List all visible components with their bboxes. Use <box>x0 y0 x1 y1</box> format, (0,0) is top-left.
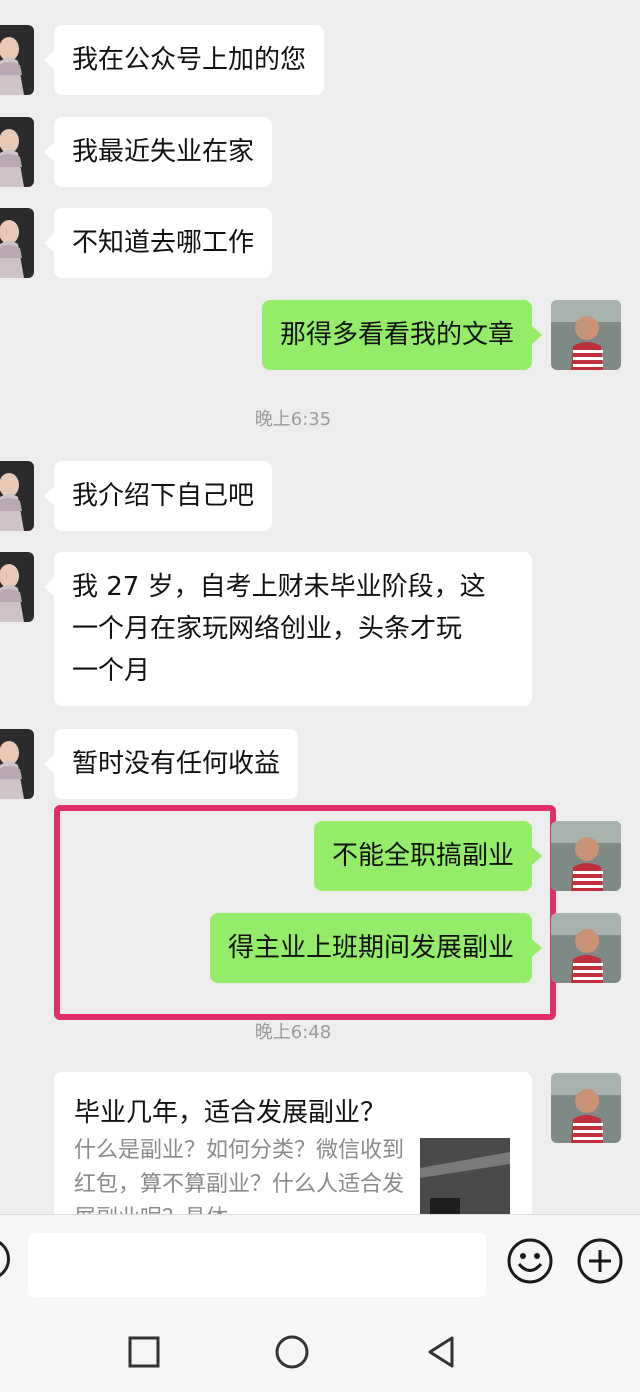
system-navigation-bar <box>0 1312 640 1392</box>
message-text: 不能全职搞副业 <box>331 841 514 871</box>
message-bubble-incoming[interactable]: 我最近失业在家 <box>43 117 273 187</box>
my-avatar[interactable] <box>551 821 621 891</box>
message-bubble-incoming[interactable]: 我在公众号上加的您 <box>43 25 325 95</box>
message-text: 不知道去哪工作 <box>72 228 255 258</box>
contact-avatar[interactable] <box>0 461 34 531</box>
my-avatar[interactable] <box>551 913 621 983</box>
contact-avatar[interactable] <box>0 729 34 799</box>
home-nav-icon[interactable] <box>274 1334 310 1370</box>
article-link-card[interactable]: 毕业几年，适合发展副业？ 什么是副业？如何分类？微信收到红包，算不算副业？什么人… <box>54 1072 532 1214</box>
emoji-icon[interactable] <box>506 1237 554 1289</box>
voice-icon[interactable] <box>0 1238 10 1280</box>
plus-icon[interactable] <box>576 1237 624 1289</box>
article-description: 什么是副业？如何分类？微信收到红包，算不算副业？什么人适合发展副业呢？具体 <box>74 1138 405 1214</box>
message-input-bar <box>0 1214 640 1312</box>
message-text: 得主业上班期间发展副业 <box>227 933 514 963</box>
message-text-line: 一个月 <box>72 656 151 686</box>
message-bubble-outgoing[interactable]: 不能全职搞副业 <box>313 821 543 891</box>
contact-avatar[interactable] <box>0 208 34 278</box>
chat-area[interactable]: 我在公众号上加的您 我最近失业在家 不知道去哪工作 那得多看看我的文章 晚上6:… <box>0 0 640 1214</box>
chat-timestamp: 晚上6:35 <box>254 409 332 430</box>
article-title: 毕业几年，适合发展副业？ <box>74 1098 387 1128</box>
message-input[interactable] <box>28 1233 486 1297</box>
message-bubble-incoming[interactable]: 我介绍下自己吧 <box>43 461 273 531</box>
message-bubble-outgoing[interactable]: 得主业上班期间发展副业 <box>209 913 543 983</box>
contact-avatar[interactable] <box>0 552 34 622</box>
back-nav-icon[interactable] <box>424 1334 460 1370</box>
message-text-line: 一个月在家玩网络创业，头条才玩 <box>72 614 463 644</box>
message-text: 暂时没有任何收益 <box>72 749 281 779</box>
contact-avatar[interactable] <box>0 117 34 187</box>
my-avatar[interactable] <box>551 1073 621 1143</box>
message-bubble-incoming[interactable]: 不知道去哪工作 <box>43 208 273 278</box>
article-thumbnail <box>420 1138 510 1214</box>
recent-apps-nav-icon[interactable] <box>126 1334 162 1370</box>
message-text: 那得多看看我的文章 <box>279 320 514 350</box>
chat-timestamp: 晚上6:48 <box>254 1022 332 1043</box>
contact-avatar[interactable] <box>0 25 34 95</box>
message-text-line: 我 27 岁，自考上财未毕业阶段，这 <box>72 572 486 602</box>
message-bubble-outgoing[interactable]: 那得多看看我的文章 <box>261 300 543 370</box>
message-text: 我最近失业在家 <box>72 137 255 167</box>
my-avatar[interactable] <box>551 300 621 370</box>
message-text: 我在公众号上加的您 <box>72 45 307 75</box>
message-text: 我介绍下自己吧 <box>72 481 255 511</box>
message-bubble-incoming[interactable]: 我 27 岁，自考上财未毕业阶段，这 一个月在家玩网络创业，头条才玩 一个月 <box>44 552 532 706</box>
message-bubble-incoming[interactable]: 暂时没有任何收益 <box>43 729 299 799</box>
